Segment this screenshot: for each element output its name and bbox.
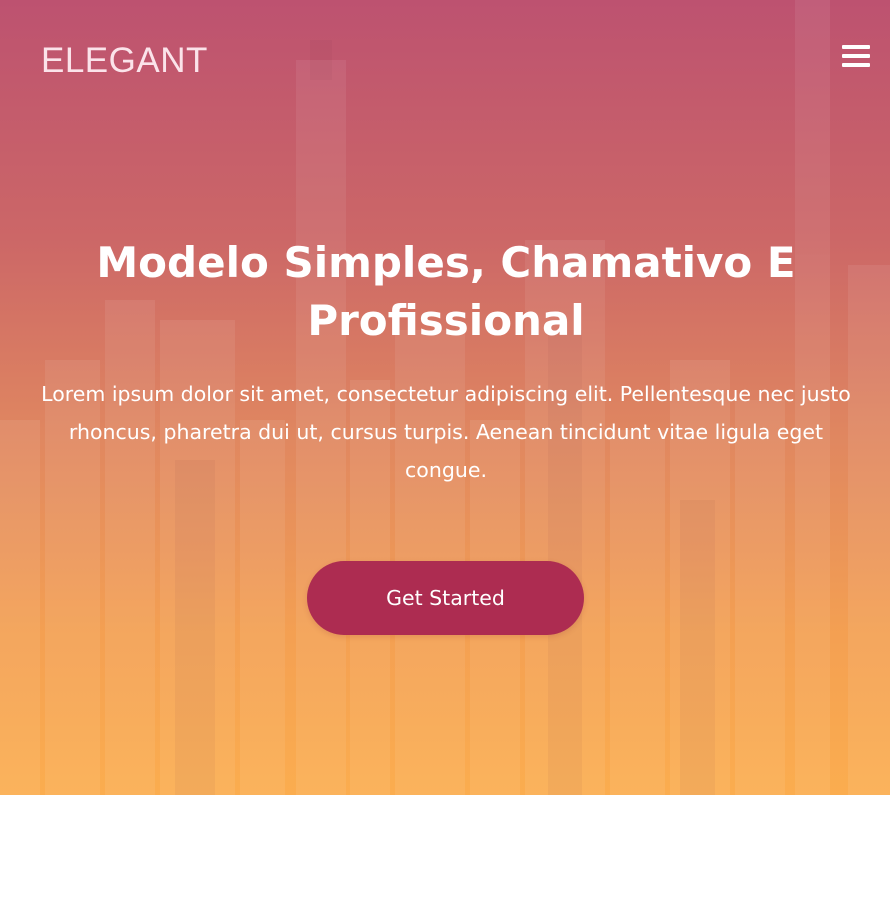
menu-bar-top bbox=[842, 45, 870, 49]
brand-logo[interactable]: ELEGANT bbox=[41, 40, 208, 82]
hero-section: ELEGANT Modelo Simples, Chamativo E Prof… bbox=[0, 0, 890, 795]
menu-bar-bottom bbox=[842, 63, 870, 67]
menu-bar-middle bbox=[842, 54, 870, 58]
hero-title: Modelo Simples, Chamativo E Profissional bbox=[96, 238, 796, 345]
content-section bbox=[0, 795, 890, 900]
hero-description: Lorem ipsum dolor sit amet, consectetur … bbox=[41, 382, 851, 482]
hamburger-menu-icon[interactable] bbox=[842, 44, 870, 70]
navbar: ELEGANT bbox=[0, 0, 890, 120]
get-started-button[interactable]: Get Started bbox=[307, 561, 584, 635]
